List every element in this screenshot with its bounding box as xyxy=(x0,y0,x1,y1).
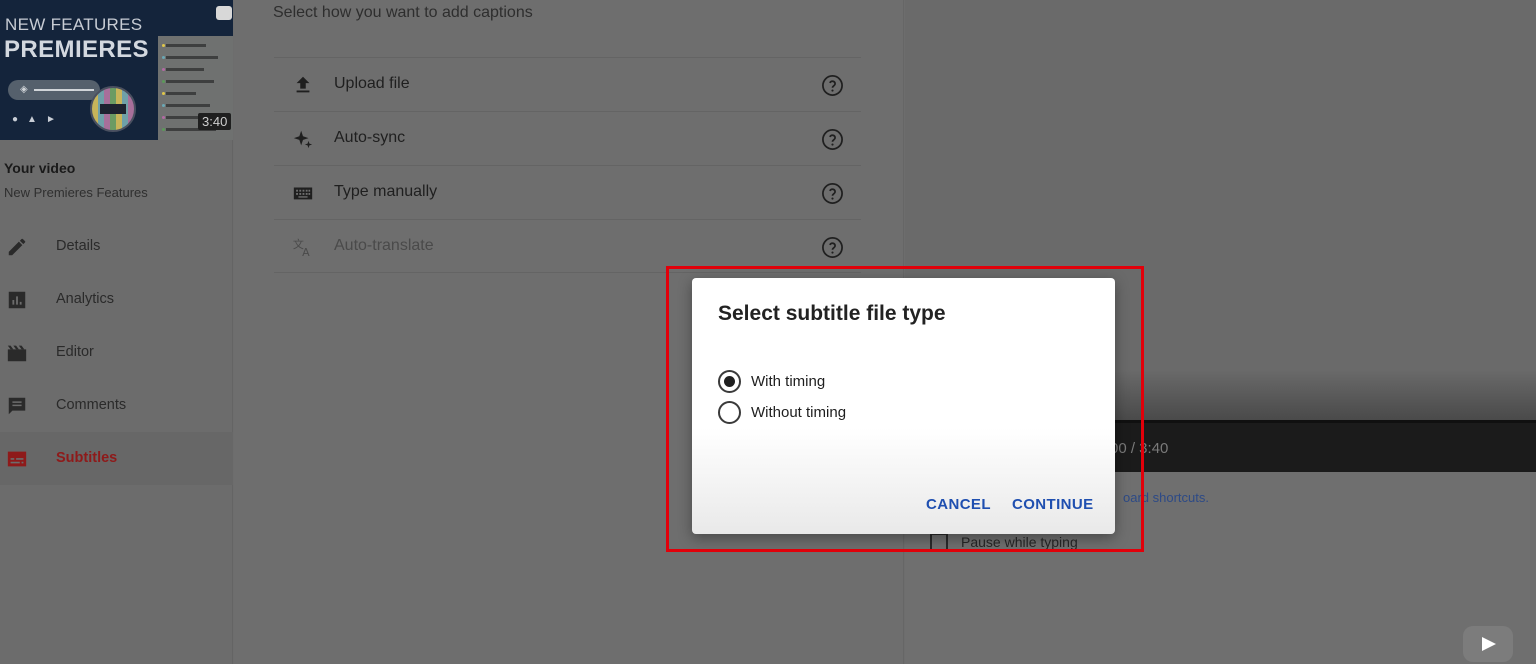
left-sidebar: NEW FEATURES PREMIERES ◈ ●▲► 3:40 Your v… xyxy=(0,0,233,664)
captions-heading: Select how you want to add captions xyxy=(273,4,533,21)
sidebar-item-comments[interactable]: Comments xyxy=(0,379,233,432)
continue-button[interactable]: CONTINUE xyxy=(1012,496,1094,513)
option-type-manually[interactable]: Type manually xyxy=(274,165,861,219)
radio-option-with-timing[interactable]: With timing xyxy=(718,370,1018,394)
video-thumbnail[interactable]: NEW FEATURES PREMIERES ◈ ●▲► 3:40 xyxy=(0,0,233,140)
thumbnail-tv-graphic xyxy=(90,86,136,132)
option-label: Auto-sync xyxy=(334,129,406,146)
subtitle-file-type-dialog: Select subtitle file type With timing Wi… xyxy=(692,278,1115,534)
cancel-button[interactable]: CANCEL xyxy=(926,496,991,513)
thumbnail-action-icons: ●▲► xyxy=(12,114,65,125)
help-icon[interactable] xyxy=(821,182,844,205)
option-auto-sync[interactable]: Auto-sync xyxy=(274,111,861,165)
sidebar-item-details[interactable]: Details xyxy=(0,220,233,273)
sidebar-item-label: Subtitles xyxy=(56,450,118,466)
option-upload-file[interactable]: Upload file xyxy=(274,57,861,111)
help-icon[interactable] xyxy=(821,74,844,97)
radio-label: With timing xyxy=(751,373,826,390)
thumbnail-title-line-1: NEW FEATURES xyxy=(5,15,143,34)
video-name: New Premieres Features xyxy=(4,185,148,200)
sidebar-item-subtitles[interactable]: Subtitles xyxy=(0,432,233,485)
radio-option-without-timing[interactable]: Without timing xyxy=(718,401,1018,425)
analytics-icon xyxy=(8,291,26,309)
svg-text:A: A xyxy=(302,246,310,258)
clapperboard-icon xyxy=(7,345,27,362)
option-auto-translate[interactable]: 文A Auto-translate xyxy=(274,219,861,273)
radio-button[interactable] xyxy=(718,401,741,424)
bell-icon: ◈ xyxy=(20,84,28,95)
thumbnail-title-line-2: PREMIERES xyxy=(4,36,149,63)
help-icon[interactable] xyxy=(821,128,844,151)
option-label: Auto-translate xyxy=(334,237,434,254)
comment-icon xyxy=(8,397,26,415)
sidebar-item-label: Analytics xyxy=(56,291,115,307)
dialog-title: Select subtitle file type xyxy=(718,302,946,325)
sidebar-item-analytics[interactable]: Analytics xyxy=(0,273,233,326)
sidebar-item-editor[interactable]: Editor xyxy=(0,326,233,379)
radio-label: Without timing xyxy=(751,404,847,421)
option-label: Upload file xyxy=(334,75,410,92)
your-video-label: Your video xyxy=(4,160,76,176)
youtube-mini-icon xyxy=(216,6,232,20)
radio-button[interactable] xyxy=(718,370,741,393)
sidebar-item-label: Comments xyxy=(56,397,127,413)
sidebar-item-label: Editor xyxy=(56,344,94,360)
upload-icon xyxy=(296,76,310,93)
option-label: Type manually xyxy=(334,183,438,200)
keyboard-icon xyxy=(293,187,313,200)
sidebar-item-label: Details xyxy=(56,238,101,254)
help-icon[interactable] xyxy=(821,236,844,259)
subtitles-icon xyxy=(7,451,27,467)
pencil-icon xyxy=(8,238,26,256)
sparkle-icon xyxy=(293,130,313,149)
youtube-logo-icon xyxy=(1463,626,1513,662)
video-duration: 3:40 xyxy=(198,113,232,130)
translate-icon: 文A xyxy=(293,237,310,258)
